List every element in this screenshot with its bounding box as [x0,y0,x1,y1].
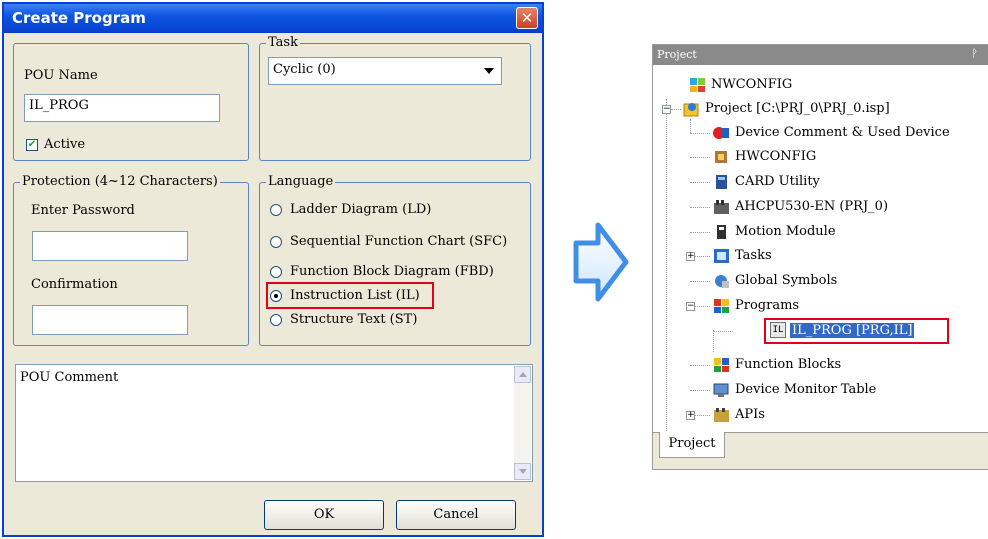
language-legend: Language [266,174,336,189]
arrow-right-icon [573,222,629,302]
tree-node-label: Device Monitor Table [735,382,877,397]
apis-icon [714,408,729,422]
task-group: Task Cyclic (0) [259,35,531,161]
dialog-titlebar[interactable]: Create Program ✕ [4,4,542,33]
language-group: Language Ladder Diagram (LD) Sequential … [259,174,531,346]
pin-icon[interactable]: ᚹ [971,47,978,60]
comment-scrollbar[interactable] [514,366,531,480]
device-comment-icon [713,127,729,139]
tasks-icon [714,249,729,263]
tree-node-label: Motion Module [735,224,836,239]
close-icon[interactable]: ✕ [516,7,538,29]
protection-group: Protection (4~12 Characters) Enter Passw… [13,174,249,346]
tree-node-label: Project [C:\PRJ_0\PRJ_0.isp] [705,101,890,116]
tree-node-label: Programs [735,298,800,313]
expand-icon[interactable]: + [686,252,695,261]
tree-node-label: AHCPU530-EN (PRJ_0) [735,199,889,214]
hardware-config-icon [715,151,727,163]
card-icon [716,175,727,189]
confirmation-label: Confirmation [31,277,118,292]
tree-node-label: NWCONFIG [711,77,793,92]
project-panel-title: Project [657,48,697,61]
tree-node-label: Function Blocks [735,357,842,372]
pou-comment-textarea[interactable]: POU Comment [15,364,533,482]
global-symbols-icon [715,275,729,288]
dialog-title: Create Program [12,9,146,27]
cancel-button[interactable]: Cancel [396,500,516,530]
ok-button[interactable]: OK [264,500,384,530]
radio-button[interactable] [270,266,282,278]
tree-node-label: CARD Utility [735,174,820,189]
radio-button[interactable] [270,204,282,216]
enter-password-label: Enter Password [31,203,135,218]
project-panel-footer: Project [653,432,988,469]
expand-icon[interactable]: + [686,411,695,420]
protection-legend: Protection (4~12 Characters) [20,174,220,189]
active-checkbox[interactable]: ✔ [26,139,38,151]
tree-node-label: APIs [735,407,765,422]
pou-name-label: POU Name [24,68,98,83]
scroll-up-icon[interactable] [514,366,531,383]
programs-icon [714,299,729,313]
highlight-box [266,282,434,309]
confirmation-field[interactable] [32,305,188,335]
motion-module-icon [717,225,726,239]
tab-project[interactable]: Project [659,432,725,458]
network-config-icon [690,78,705,92]
project-panel: Project ᚹ NWCONFIG − Project [C:\PRJ_0\P… [652,44,988,470]
collapse-icon[interactable]: − [662,105,671,114]
tree-node-label: Global Symbols [735,273,838,288]
language-option-label: Sequential Function Chart (SFC) [290,234,508,249]
radio-button[interactable] [270,314,282,326]
task-select[interactable]: Cyclic (0) [268,57,502,85]
language-option-label: Ladder Diagram (LD) [290,202,432,217]
enter-password-field[interactable] [32,231,188,261]
chevron-down-icon[interactable] [479,60,499,82]
language-option-label: Function Block Diagram (FBD) [290,264,494,279]
tree-node-label: Tasks [735,248,772,263]
radio-button[interactable] [270,236,282,248]
language-option-label: Structure Text (ST) [290,312,418,327]
cpu-icon [714,200,729,214]
scroll-down-icon[interactable] [514,463,531,480]
pou-name-group: POU Name IL_PROG ✔ Active [13,43,249,161]
pou-comment-text: POU Comment [20,370,119,385]
project-panel-header: Project ᚹ [653,45,988,65]
create-program-dialog: Create Program ✕ POU Name IL_PROG ✔ Acti… [2,2,544,537]
tree-node-label: Device Comment & Used Device [735,125,950,140]
pou-name-input[interactable]: IL_PROG [24,94,220,122]
project-icon [683,103,699,117]
monitor-table-icon [713,383,729,397]
task-legend: Task [266,35,300,50]
active-label: Active [44,137,86,152]
task-select-value: Cyclic (0) [273,62,336,77]
tree-node-label: HWCONFIG [735,149,817,164]
project-tree: NWCONFIG − Project [C:\PRJ_0\PRJ_0.isp] … [653,65,988,445]
function-blocks-icon [714,358,729,372]
collapse-icon[interactable]: − [686,302,695,311]
highlight-box [764,318,949,344]
